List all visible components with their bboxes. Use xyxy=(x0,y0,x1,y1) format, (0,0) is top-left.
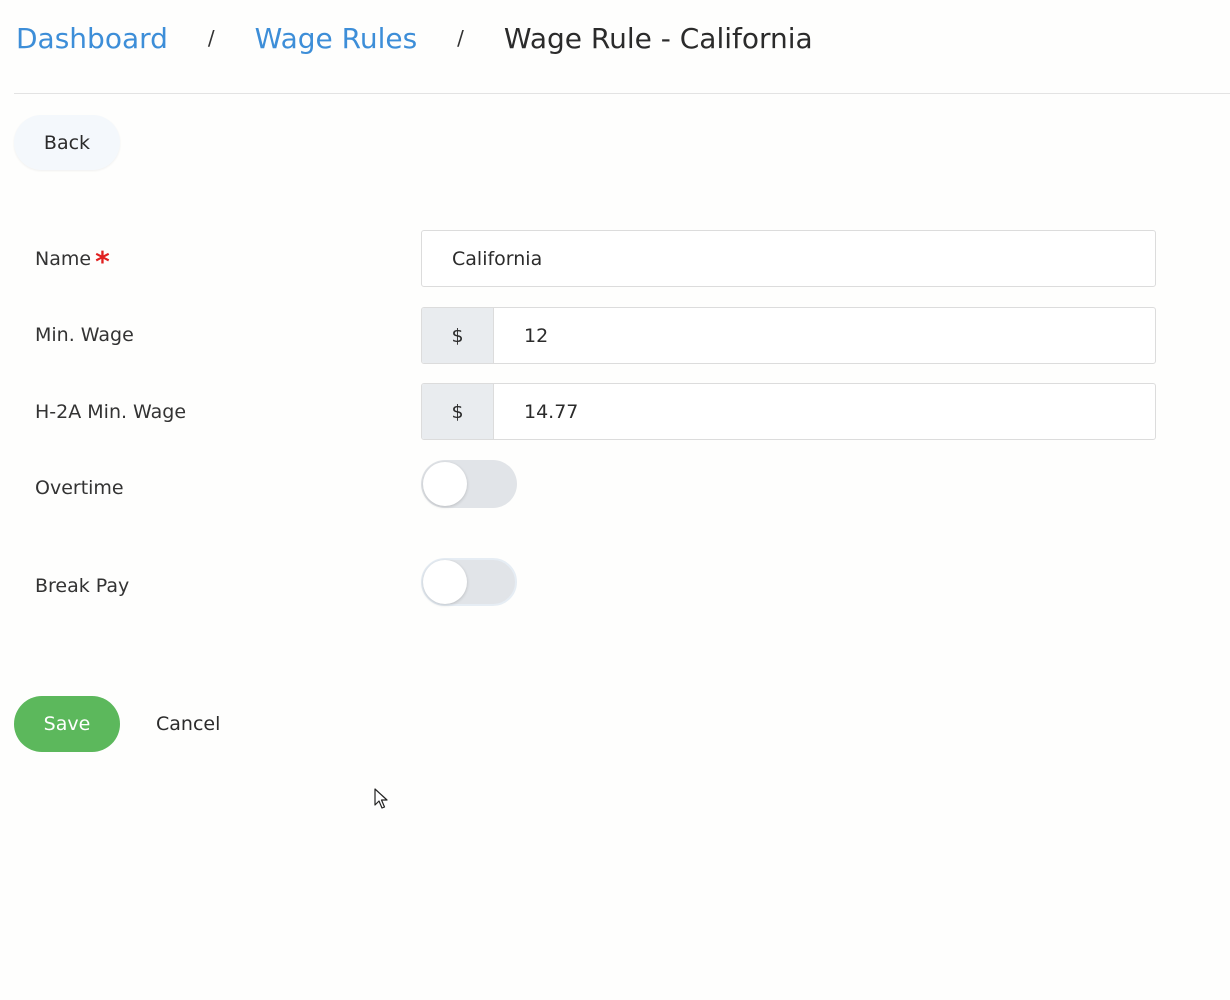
header-divider xyxy=(14,93,1230,94)
breadcrumb-separator: / xyxy=(457,26,464,50)
breadcrumb-wage-rules-link[interactable]: Wage Rules xyxy=(255,22,418,55)
mouse-pointer-icon xyxy=(374,788,388,809)
min-wage-label: Min. Wage xyxy=(35,324,134,346)
dollar-prefix: $ xyxy=(422,308,494,363)
name-label-group: Name * xyxy=(35,244,110,278)
h2a-min-wage-label: H-2A Min. Wage xyxy=(35,401,187,423)
break-pay-toggle[interactable] xyxy=(421,558,517,606)
breadcrumb-dashboard-link[interactable]: Dashboard xyxy=(16,22,168,55)
min-wage-input[interactable] xyxy=(494,308,1155,363)
back-button[interactable]: Back xyxy=(14,115,120,170)
overtime-toggle[interactable] xyxy=(421,460,517,508)
save-button[interactable]: Save xyxy=(14,696,120,752)
h2a-min-wage-field: $ xyxy=(421,383,1156,440)
dollar-prefix: $ xyxy=(422,384,494,439)
h2a-min-wage-input[interactable] xyxy=(494,384,1155,439)
name-label: Name xyxy=(35,248,92,270)
required-asterisk-icon: * xyxy=(95,245,110,278)
toggle-knob xyxy=(423,560,467,604)
cancel-button[interactable]: Cancel xyxy=(142,696,234,752)
overtime-label: Overtime xyxy=(35,477,124,499)
name-input[interactable] xyxy=(421,230,1156,287)
min-wage-field: $ xyxy=(421,307,1156,364)
page-title: Wage Rule - California xyxy=(503,21,813,55)
toggle-knob xyxy=(423,462,467,506)
breadcrumb: Dashboard / Wage Rules / Wage Rule - Cal… xyxy=(16,16,813,60)
break-pay-label: Break Pay xyxy=(35,575,130,597)
breadcrumb-separator: / xyxy=(207,26,215,50)
